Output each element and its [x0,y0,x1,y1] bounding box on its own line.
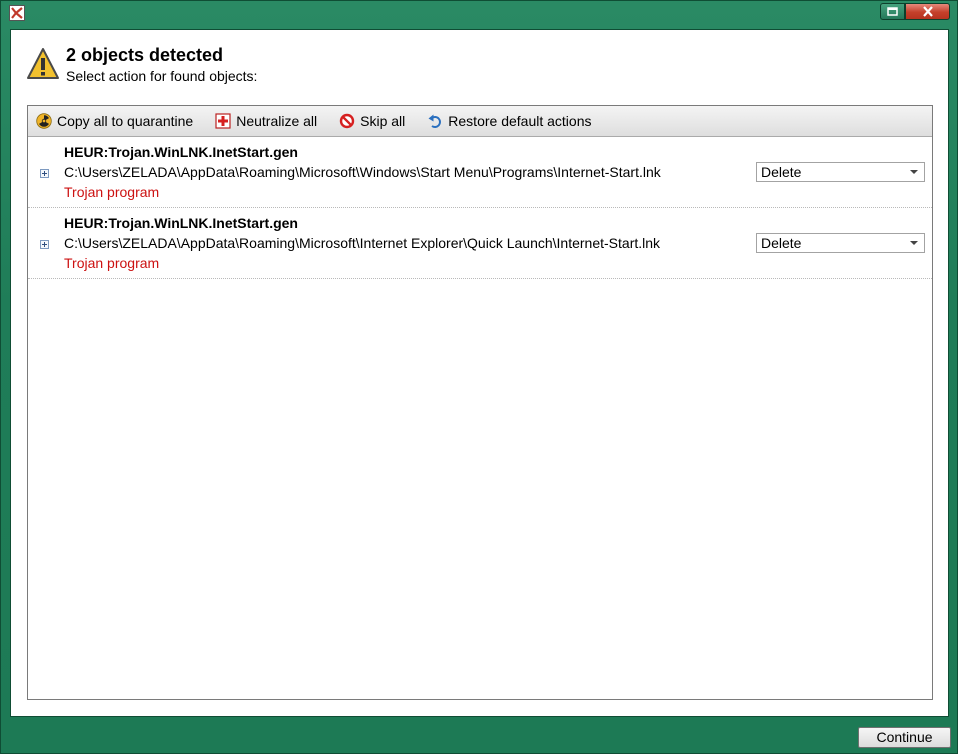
action-dropdown[interactable]: Delete [756,233,925,253]
warning-triangle-icon [27,48,59,79]
red-cross-icon [215,113,231,129]
maximize-button[interactable] [880,3,905,20]
prohibited-icon [339,113,355,129]
skip-all-button[interactable]: Skip all [339,113,405,129]
skip-all-label: Skip all [360,113,406,129]
neutralize-all-button[interactable]: Neutralize all [215,113,317,129]
expand-icon[interactable] [40,240,49,249]
radiation-icon [36,113,52,129]
expand-icon[interactable] [40,169,49,178]
list-item[interactable]: HEUR:Trojan.WinLNK.InetStart.gen C:\User… [28,137,932,208]
action-dropdown[interactable]: Delete [756,162,925,182]
threat-path: C:\Users\ZELADA\AppData\Roaming\Microsof… [64,235,661,251]
restore-defaults-label: Restore default actions [448,113,592,129]
actions-toolbar: Copy all to quarantine Neutralize all Sk… [28,106,932,137]
threat-type: Trojan program [64,184,160,200]
chevron-down-icon [910,241,918,245]
undo-arrow-icon [428,114,442,128]
window-controls [880,3,950,20]
page-subtitle: Select action for found objects: [66,68,258,84]
threat-type: Trojan program [64,255,160,271]
page-title: 2 objects detected [66,45,224,65]
close-icon [922,6,933,17]
window-frame: 2 objects detected Select action for fou… [0,0,958,754]
action-dropdown-value: Delete [761,235,802,251]
list-item[interactable]: HEUR:Trojan.WinLNK.InetStart.gen C:\User… [28,208,932,279]
threat-name: HEUR:Trojan.WinLNK.InetStart.gen [64,215,298,231]
restore-default-actions-button[interactable]: Restore default actions [427,113,591,129]
maximize-icon [887,7,898,16]
close-button[interactable] [905,3,950,20]
dialog-content: 2 objects detected Select action for fou… [10,29,949,717]
action-dropdown-value: Delete [761,164,802,180]
kaspersky-logo-icon[interactable] [9,5,25,21]
neutralize-all-label: Neutralize all [236,113,318,129]
threat-path: C:\Users\ZELADA\AppData\Roaming\Microsof… [64,164,661,180]
threat-name: HEUR:Trojan.WinLNK.InetStart.gen [64,144,298,160]
copy-all-to-quarantine-button[interactable]: Copy all to quarantine [36,113,193,129]
copy-all-label: Copy all to quarantine [57,113,194,129]
continue-button[interactable]: Continue [858,727,951,748]
chevron-down-icon [910,170,918,174]
detected-objects-panel: Copy all to quarantine Neutralize all Sk… [27,105,933,700]
